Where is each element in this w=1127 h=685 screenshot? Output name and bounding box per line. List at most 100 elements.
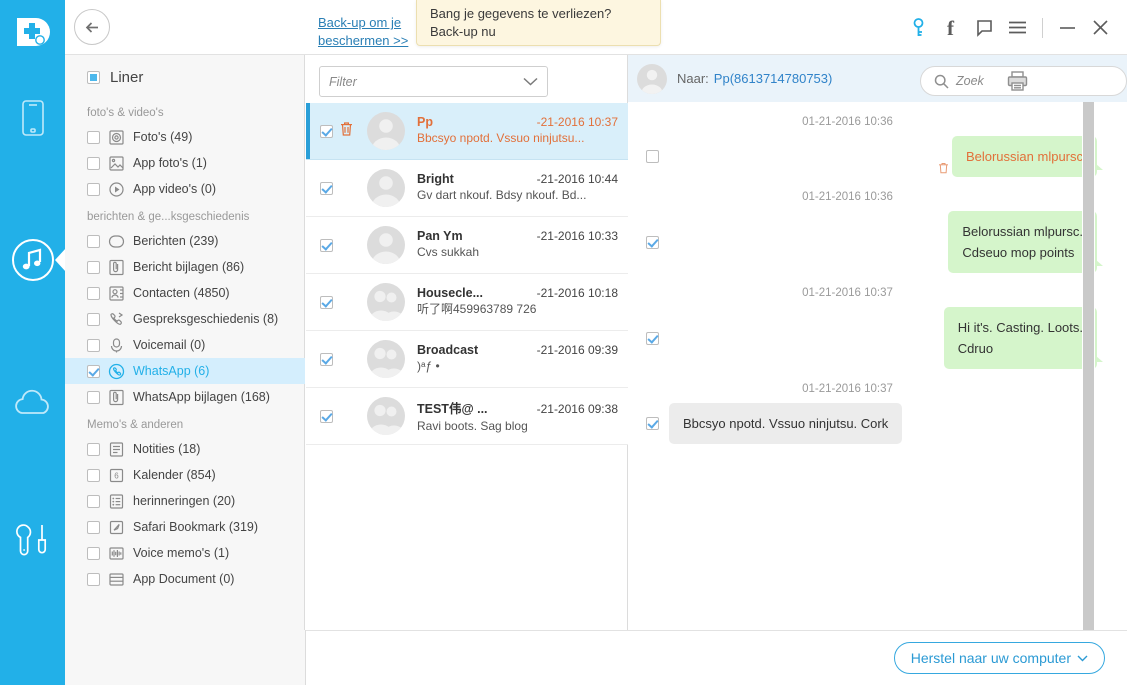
facebook-icon[interactable]: f bbox=[935, 7, 968, 49]
sidebar-item-checkbox[interactable] bbox=[87, 130, 100, 144]
app-document-icon bbox=[109, 572, 124, 586]
attachment-icon bbox=[109, 259, 124, 275]
row-checkbox[interactable] bbox=[320, 238, 333, 252]
back-button[interactable] bbox=[74, 9, 110, 45]
header-divider bbox=[1042, 17, 1043, 38]
sidebar-item-checkbox[interactable] bbox=[87, 494, 100, 508]
sidebar-item-bericht-bijlagen-86[interactable]: Bericht bijlagen (86) bbox=[65, 254, 305, 280]
sidebar-item-kalender-854[interactable]: 6 Kalender (854) bbox=[65, 462, 305, 488]
top-header: Back-up om je beschermen >> Bang je gege… bbox=[65, 0, 1127, 55]
chat-date-separator: 01-21-2016 10:36 bbox=[802, 116, 893, 128]
chat-message[interactable]: Bbcsyo npotd. Vssuo ninjutsu. Cork bbox=[628, 403, 1127, 444]
table-row[interactable]: Broadcast -21-2016 09:39)ᵃƒ • bbox=[306, 331, 628, 388]
table-row[interactable]: Pan Ym -21-2016 10:33 Cvs sukkah bbox=[306, 217, 628, 274]
select-all-checkbox[interactable] bbox=[87, 71, 100, 84]
sidebar-item-label: Gespreksgeschiedenis (8) bbox=[133, 312, 279, 326]
chat-date-separator: 01-21-2016 10:37 bbox=[802, 287, 893, 299]
sidebar-item-checkbox[interactable] bbox=[87, 520, 100, 534]
sidebar-item-herinneringen-20[interactable]: herinneringen (20) bbox=[65, 488, 305, 514]
sidebar-item-whatsapp-bijlagen-168[interactable]: WhatsApp bijlagen (168) bbox=[65, 384, 305, 410]
message-list-panel: Filter Pp -21-2016 10:37 Bbcsyo npotd. Vss… bbox=[306, 55, 628, 630]
rail-item-toolkit[interactable] bbox=[0, 508, 65, 572]
feedback-icon[interactable] bbox=[968, 7, 1001, 49]
sidebar-item-checkbox[interactable] bbox=[87, 572, 100, 586]
table-row[interactable]: Housecle... -21-2016 10:18 听了啊459963789 72… bbox=[306, 274, 628, 331]
rail-item-cloud[interactable] bbox=[0, 372, 65, 436]
restore-to-computer-button[interactable]: Herstel naar uw computer bbox=[893, 642, 1105, 674]
chat-message-checkbox[interactable] bbox=[646, 331, 659, 345]
row-timestamp: -21-2016 09:38 bbox=[536, 401, 618, 416]
sidebar-item-checkbox[interactable] bbox=[87, 468, 100, 482]
chat-delete-icon[interactable] bbox=[938, 159, 949, 174]
sidebar-item-voice-memo-s-1[interactable]: Voice memo's (1) bbox=[65, 540, 305, 566]
backup-link[interactable]: Back-up om je beschermen >> bbox=[318, 14, 423, 50]
row-checkbox[interactable] bbox=[320, 181, 333, 195]
message-rows[interactable]: Pp -21-2016 10:37 Bbcsyo npotd. Vssuo ninj… bbox=[306, 103, 628, 630]
chat-message[interactable]: Belorussian mlpursc bbox=[628, 136, 1127, 177]
chat-message-checkbox[interactable] bbox=[646, 150, 659, 163]
sidebar-item-app-video-s-0[interactable]: App video's (0) bbox=[65, 176, 305, 202]
chat-date-separator: 01-21-2016 10:37 bbox=[802, 383, 893, 395]
sidebar-item-contacten-4850[interactable]: Contacten (4850) bbox=[65, 280, 305, 306]
sidebar-item-voicemail-0[interactable]: Voicemail (0) bbox=[65, 332, 305, 358]
sidebar-item-checkbox[interactable] bbox=[87, 312, 100, 326]
chat-messages: 01-21-2016 10:36 Belorussian mlpursc 01-21… bbox=[628, 102, 1127, 630]
sidebar-item-foto-s-49[interactable]: Foto's (49) bbox=[65, 124, 305, 150]
key-icon[interactable] bbox=[902, 7, 935, 49]
sidebar-item-checkbox[interactable] bbox=[87, 442, 100, 456]
minimize-icon[interactable] bbox=[1051, 7, 1084, 49]
chat-bubble: Bbcsyo npotd. Vssuo ninjutsu. Cork bbox=[669, 403, 903, 444]
sidebar-title-row[interactable]: Liner bbox=[87, 69, 143, 86]
sidebar-item-checkbox[interactable] bbox=[87, 286, 100, 300]
safari-bookmark-icon bbox=[109, 520, 124, 534]
sidebar-item-checkbox[interactable] bbox=[87, 260, 100, 274]
sidebar-item-gespreksgeschiedenis-8[interactable]: Gespreksgeschiedenis (8) bbox=[65, 306, 305, 332]
sidebar-item-checkbox[interactable] bbox=[87, 546, 100, 560]
sidebar-item-notities-18[interactable]: Notities (18) bbox=[65, 436, 305, 462]
sidebar-item-checkbox[interactable] bbox=[87, 182, 100, 196]
messages-icon bbox=[108, 234, 125, 248]
bottom-bar: Herstel naar uw computer bbox=[306, 630, 1127, 685]
chat-message-checkbox[interactable] bbox=[646, 417, 659, 430]
page-title: Liner bbox=[110, 69, 144, 86]
row-checkbox[interactable] bbox=[320, 124, 333, 138]
row-delete-button[interactable] bbox=[339, 121, 357, 142]
chat-to-value[interactable]: Pp(8613714780753) bbox=[714, 71, 833, 86]
chat-scrollbar[interactable] bbox=[1082, 102, 1095, 630]
row-sender: Pan Ym bbox=[417, 229, 463, 243]
close-icon[interactable] bbox=[1084, 7, 1117, 49]
row-checkbox[interactable] bbox=[320, 295, 333, 309]
chat-message-checkbox[interactable] bbox=[646, 235, 659, 249]
printer-icon[interactable] bbox=[1006, 70, 1029, 92]
table-row[interactable]: Bright -21-2016 10:44 Gv dart nkouf. Bdsy … bbox=[306, 160, 628, 217]
chat-scrollbar-thumb[interactable] bbox=[1083, 102, 1094, 630]
sidebar-item-checkbox[interactable] bbox=[87, 390, 100, 404]
rail-item-device[interactable] bbox=[0, 86, 65, 150]
sidebar-item-checkbox[interactable] bbox=[87, 234, 100, 248]
sidebar-item-checkbox[interactable] bbox=[87, 156, 100, 170]
sidebar-item-checkbox[interactable] bbox=[87, 364, 100, 378]
header-icon-group: f bbox=[902, 0, 1117, 55]
delete-icon[interactable] bbox=[339, 121, 354, 137]
avatar bbox=[367, 112, 405, 150]
table-row[interactable]: TEST伟@ ... -21-2016 09:38 Ravi boots. Sag … bbox=[306, 388, 628, 445]
menu-icon[interactable] bbox=[1001, 7, 1034, 49]
chat-message[interactable]: Belorussian mlpursc. Cdseuo mop points bbox=[628, 211, 1127, 273]
left-rail bbox=[0, 0, 65, 685]
row-checkbox[interactable] bbox=[320, 409, 333, 423]
sidebar-item-checkbox[interactable] bbox=[87, 338, 100, 352]
sidebar-item-safari-bookmark-319[interactable]: Safari Bookmark (319) bbox=[65, 514, 305, 540]
sidebar-item-whatsapp-6[interactable]: WhatsApp (6) bbox=[65, 358, 305, 384]
search-bar[interactable]: Zoek bbox=[920, 66, 1127, 96]
sidebar-item-app-foto-s-1[interactable]: App foto's (1) bbox=[65, 150, 305, 176]
delete-icon[interactable] bbox=[938, 162, 949, 174]
filter-dropdown[interactable]: Filter bbox=[319, 66, 548, 97]
sidebar-item-app-document-0[interactable]: App Document (0) bbox=[65, 566, 305, 592]
rail-item-media[interactable] bbox=[0, 228, 65, 292]
table-row[interactable]: Pp -21-2016 10:37 Bbcsyo npotd. Vssuo ninj… bbox=[306, 103, 628, 160]
chat-message[interactable]: Hi it's. Casting. Loots. Cdruo bbox=[628, 307, 1127, 369]
sidebar-item-berichten-239[interactable]: Berichten (239) bbox=[65, 228, 305, 254]
sidebar-item-label: Berichten (239) bbox=[133, 234, 219, 248]
row-checkbox[interactable] bbox=[320, 352, 333, 366]
chat-to-label: Naar: bbox=[677, 71, 709, 86]
